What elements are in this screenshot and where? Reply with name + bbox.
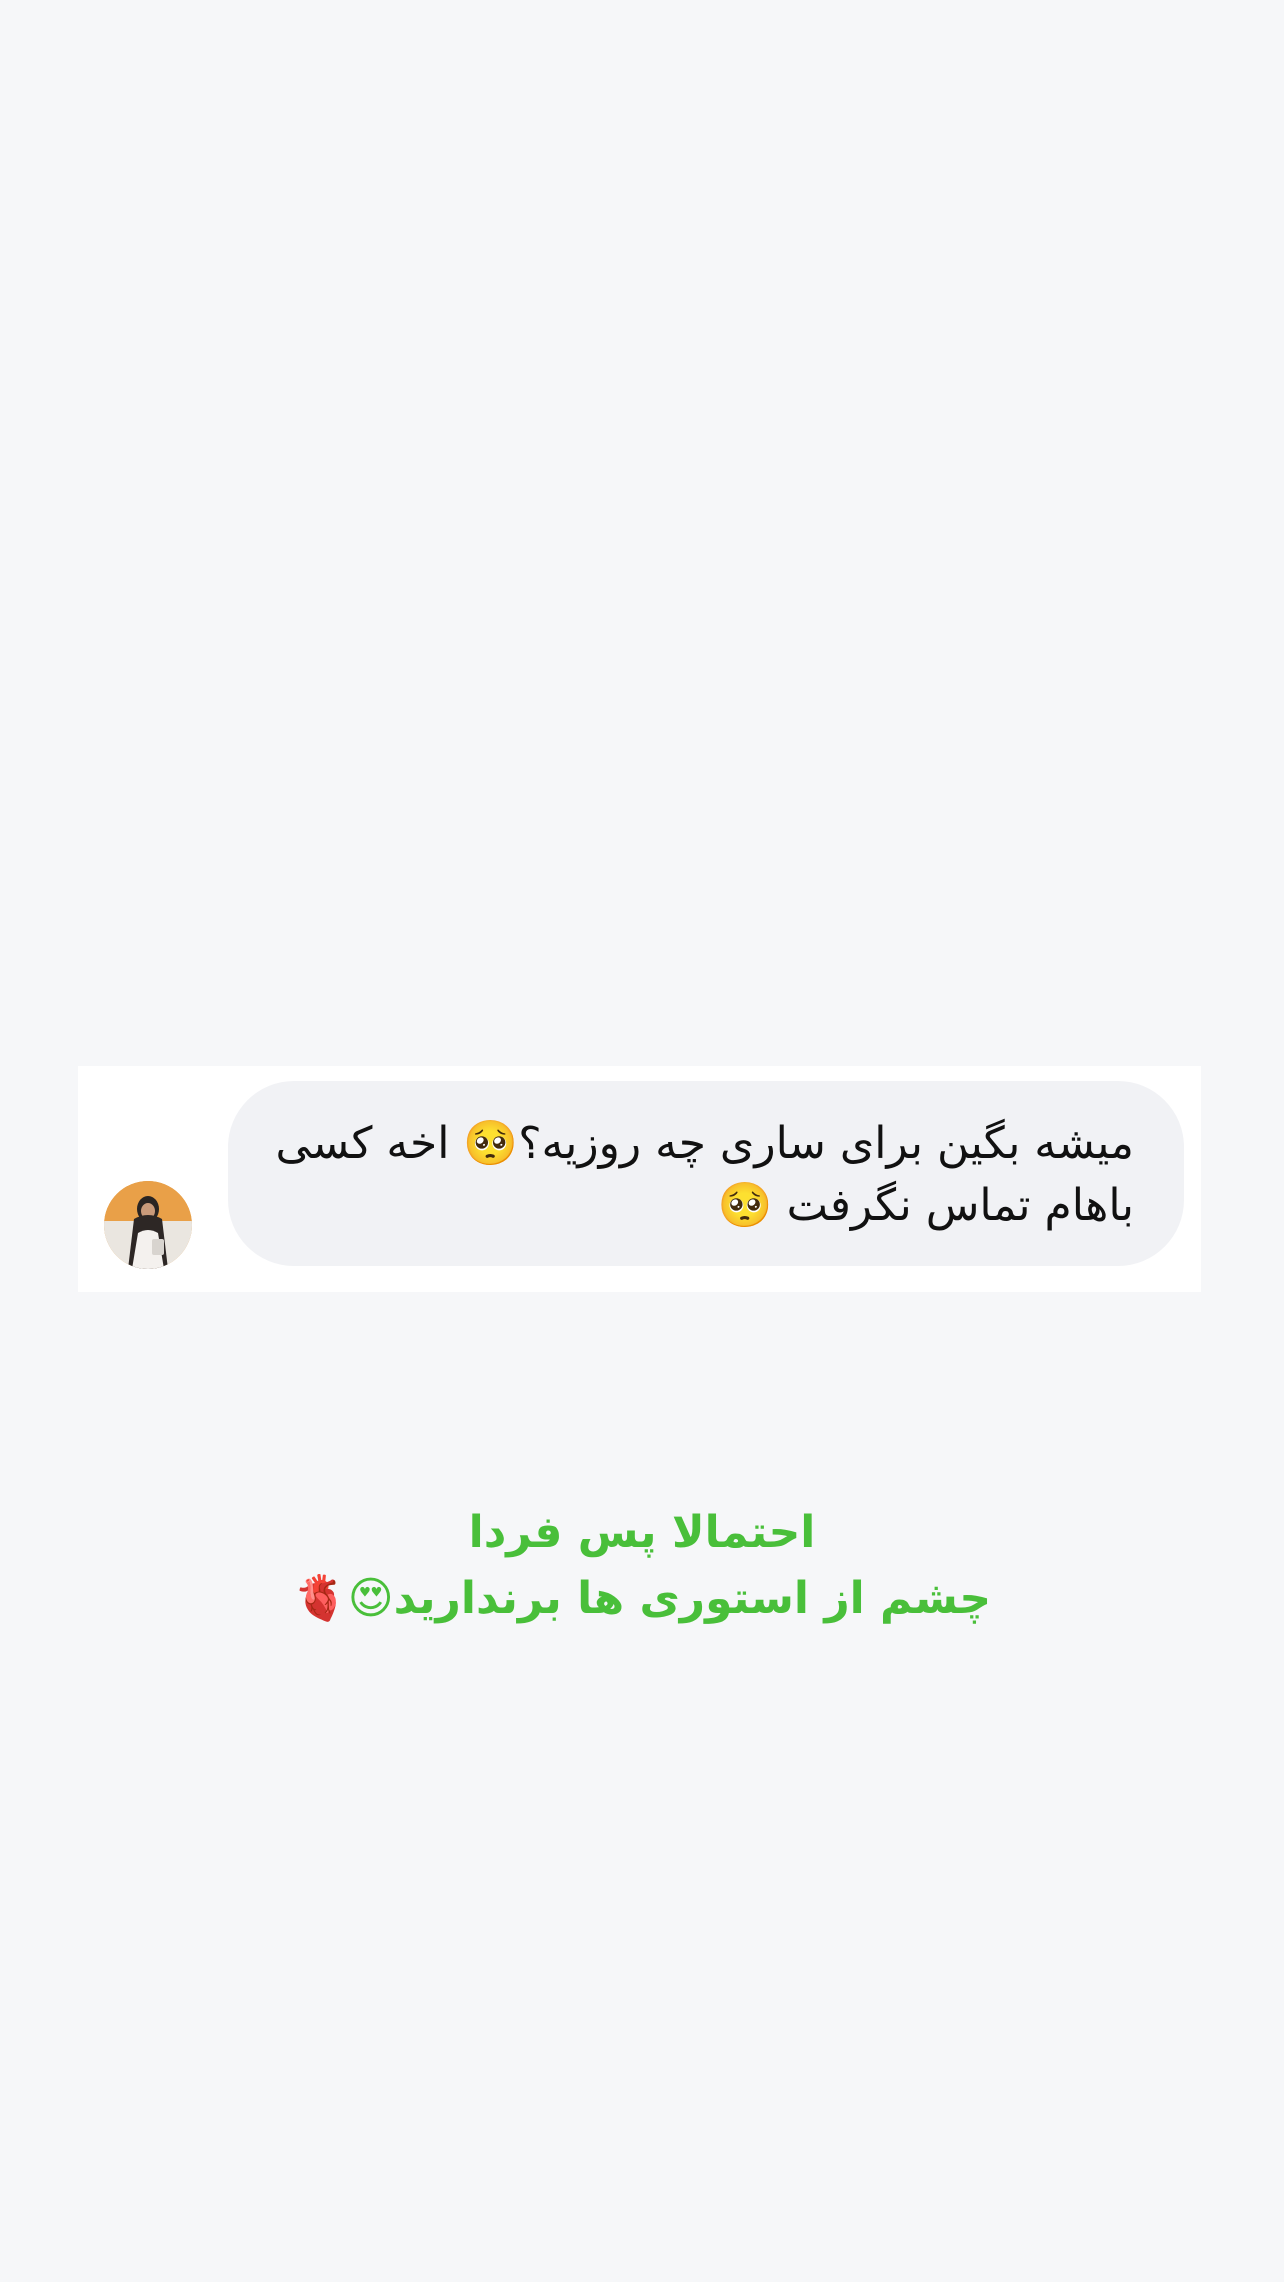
avatar[interactable] [104,1181,192,1269]
comment-text: میشه بگین برای ساری چه روزیه؟🥺 اخه کسی ب… [275,1118,1134,1231]
story-page: میشه بگین برای ساری چه روزیه؟🥺 اخه کسی ب… [0,0,1284,2282]
announcement-line-1: احتمالا پس فردا [468,1507,816,1558]
comment-card: میشه بگین برای ساری چه روزیه؟🥺 اخه کسی ب… [78,1066,1201,1292]
comment-bubble[interactable]: میشه بگین برای ساری چه روزیه؟🥺 اخه کسی ب… [228,1081,1184,1266]
announcement-text: احتمالا پس فردا چشم از استوری ها برنداری… [160,1500,1124,1632]
avatar-image [104,1181,192,1269]
announcement-line-2: چشم از استوری ها برندارید😍🫀 [292,1573,992,1624]
